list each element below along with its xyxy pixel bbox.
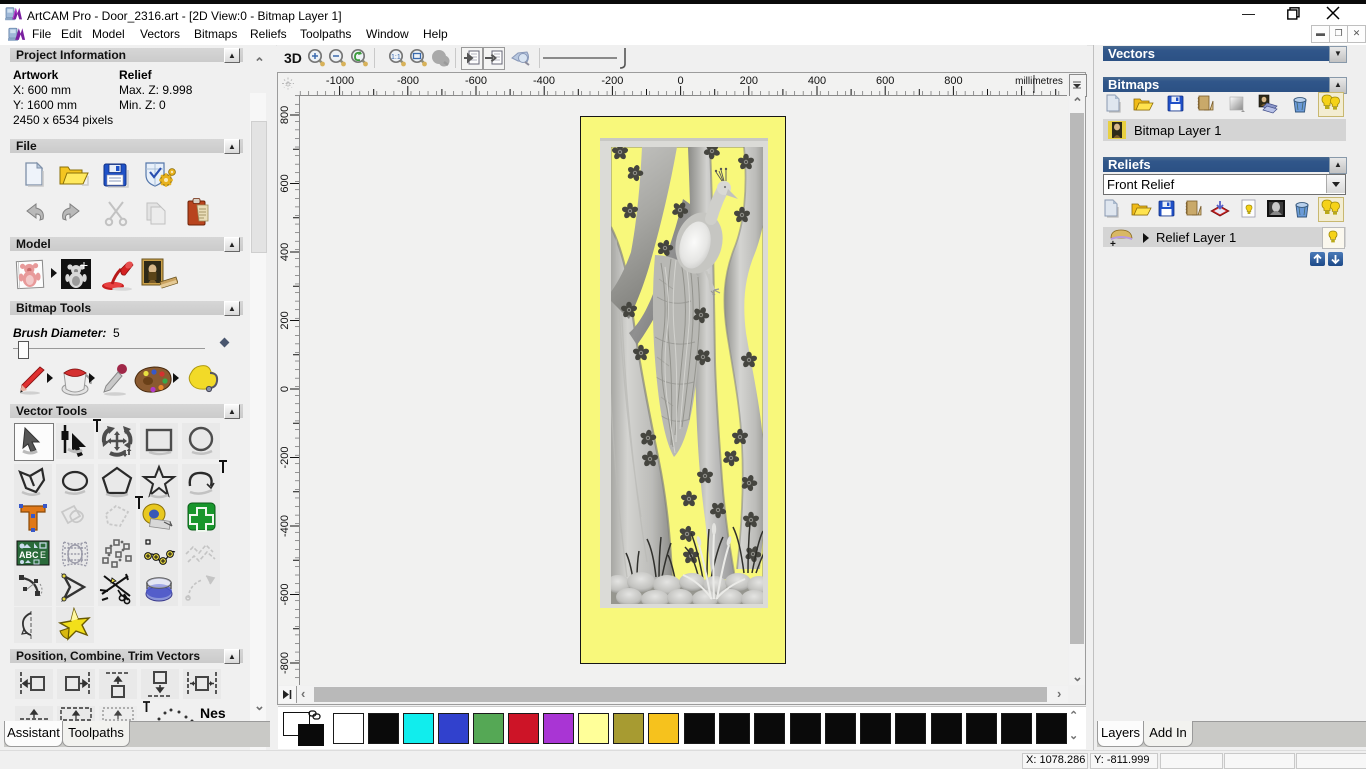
svg-text:200: 200: [740, 75, 758, 87]
svg-text:400: 400: [808, 75, 826, 87]
svg-text:ABC: ABC: [19, 550, 39, 560]
svg-text:millimetres: millimetres: [1015, 76, 1063, 87]
svg-text:800: 800: [944, 75, 962, 87]
svg-text:1:1: 1:1: [391, 54, 401, 61]
svg-text:-600: -600: [279, 583, 291, 605]
svg-text:600: 600: [279, 174, 291, 192]
svg-text:200: 200: [279, 311, 291, 329]
svg-text:0: 0: [279, 386, 291, 392]
svg-text:600: 600: [876, 75, 894, 87]
svg-text:-800: -800: [397, 75, 419, 87]
svg-text:-1000: -1000: [326, 75, 354, 87]
svg-text:800: 800: [279, 106, 291, 124]
svg-text:-400: -400: [279, 515, 291, 537]
svg-text:-800: -800: [279, 652, 291, 674]
svg-text:-200: -200: [279, 446, 291, 468]
svg-text:-200: -200: [601, 75, 623, 87]
svg-text:E: E: [40, 550, 46, 560]
svg-text:0: 0: [678, 75, 684, 87]
svg-text:+: +: [1110, 239, 1116, 248]
svg-text:400: 400: [279, 243, 291, 261]
svg-text:-400: -400: [533, 75, 555, 87]
svg-text:-600: -600: [465, 75, 487, 87]
